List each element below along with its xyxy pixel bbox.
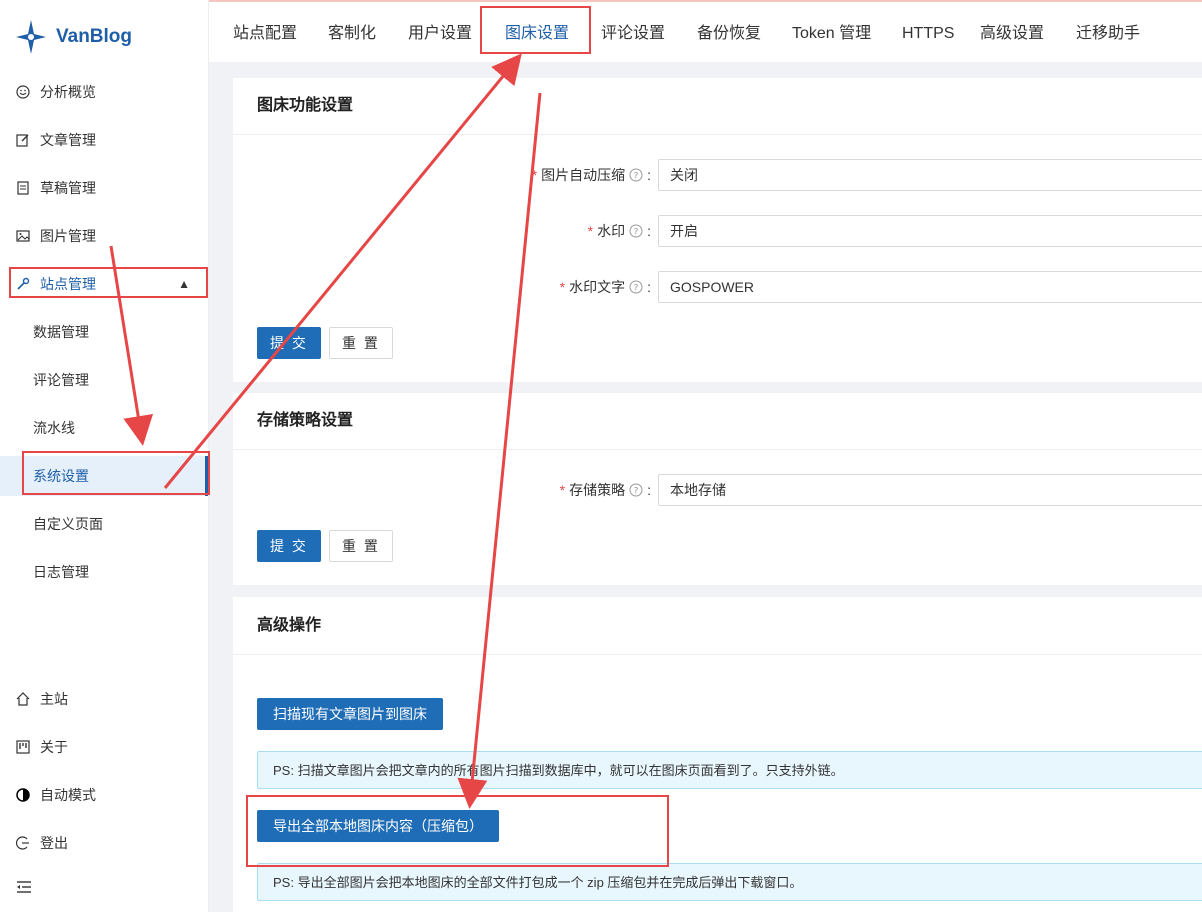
question-circle-icon[interactable]: ?	[629, 168, 643, 182]
form-row-watermark-text: * 水印文字 ? : GOSPOWER	[233, 271, 1202, 303]
sidebar-item-drafts[interactable]: 草稿管理	[0, 168, 208, 208]
question-circle-icon[interactable]: ?	[629, 483, 643, 497]
export-images-button[interactable]: 导出全部本地图床内容（压缩包）	[257, 810, 499, 842]
sidebar-item-home[interactable]: 主站	[0, 679, 208, 719]
sidebar-item-about[interactable]: 关于	[0, 727, 208, 767]
field-label: * 图片自动压缩 ? :	[532, 159, 651, 191]
project-icon	[16, 740, 30, 754]
required-mark: *	[587, 223, 594, 239]
tab-backup-restore[interactable]: 备份恢复	[697, 4, 761, 62]
app-logo[interactable]: VanBlog	[16, 20, 132, 54]
card-title: 存储策略设置	[233, 393, 1202, 450]
tab-comment-settings[interactable]: 评论设置	[601, 4, 665, 62]
storage-strategy-select[interactable]: 本地存储	[658, 474, 1202, 506]
sidebar-item-label: 分析概览	[40, 84, 96, 100]
required-mark: *	[559, 279, 566, 295]
sidebar-item-label: 登出	[40, 835, 68, 851]
tab-https[interactable]: HTTPS	[902, 4, 954, 62]
sidebar-item-label: 自动模式	[40, 787, 96, 803]
sidebar-item-label: 数据管理	[33, 324, 89, 340]
sidebar-subitem-logs[interactable]: 日志管理	[0, 552, 208, 592]
sidebar-item-label: 主站	[40, 691, 68, 707]
tab-advanced-settings[interactable]: 高级设置	[980, 4, 1044, 62]
sidebar-item-label: 流水线	[33, 420, 75, 436]
field-label: * 存储策略 ? :	[560, 474, 651, 506]
sidebar-item-articles[interactable]: 文章管理	[0, 120, 208, 160]
sidebar-item-images[interactable]: 图片管理	[0, 216, 208, 256]
sidebar: VanBlog 分析概览 文章管理 草稿管理 图片管理 站点管理 ▲ 数据管理 …	[0, 0, 209, 912]
svg-text:?: ?	[634, 172, 639, 182]
sidebar-item-analytics[interactable]: 分析概览	[0, 72, 208, 112]
tab-migration-assistant[interactable]: 迁移助手	[1076, 4, 1140, 62]
form-row-auto-compress: * 图片自动压缩 ? : 关闭	[233, 159, 1202, 191]
card-title: 图床功能设置	[233, 78, 1202, 135]
tab-image-hosting[interactable]: 图床设置	[505, 4, 569, 62]
sidebar-item-label: 日志管理	[33, 564, 89, 580]
vanblog-logo-icon	[16, 20, 46, 54]
collapse-sidebar-button[interactable]	[16, 880, 32, 899]
sidebar-item-logout[interactable]: 登出	[0, 823, 208, 863]
svg-text:?: ?	[634, 284, 639, 294]
form-row-watermark: * 水印 ? : 开启	[233, 215, 1202, 247]
field-label: * 水印文字 ? :	[560, 271, 651, 303]
storage-submit-button[interactable]: 提 交	[257, 530, 321, 562]
card-title: 高级操作	[233, 597, 1202, 655]
app-name: VanBlog	[56, 26, 133, 47]
sidebar-item-label: 文章管理	[40, 132, 96, 148]
sidebar-subitem-system-settings[interactable]: 系统设置	[0, 456, 208, 496]
export-info-alert: PS: 导出全部图片会把本地图床的全部文件打包成一个 zip 压缩包并在完成后弹…	[257, 863, 1202, 901]
scan-info-alert: PS: 扫描文章图片会把文章内的所有图片扫描到数据库中，就可以在图床页面看到了。…	[257, 751, 1202, 789]
tool-icon	[17, 277, 30, 290]
tab-token-management[interactable]: Token 管理	[792, 4, 871, 62]
question-circle-icon[interactable]: ?	[629, 280, 643, 294]
field-label: * 水印 ? :	[588, 215, 651, 247]
sidebar-subitem-comments[interactable]: 评论管理	[0, 360, 208, 400]
scan-images-button[interactable]: 扫描现有文章图片到图床	[257, 698, 443, 730]
watermark-text-input[interactable]: GOSPOWER	[658, 271, 1202, 303]
edit-icon	[16, 134, 29, 147]
container-icon	[17, 181, 29, 195]
tab-customization[interactable]: 客制化	[328, 4, 376, 62]
sidebar-subitem-custom-pages[interactable]: 自定义页面	[0, 504, 208, 544]
theme-icon	[16, 788, 30, 802]
picture-icon	[16, 230, 30, 242]
sidebar-item-label: 评论管理	[33, 372, 89, 388]
svg-text:?: ?	[634, 228, 639, 238]
sidebar-item-theme[interactable]: 自动模式	[0, 775, 208, 815]
sidebar-item-label: 关于	[40, 739, 68, 755]
form-row-storage-strategy: * 存储策略 ? : 本地存储	[233, 474, 1202, 506]
tab-user-settings[interactable]: 用户设置	[408, 4, 472, 62]
required-mark: *	[559, 482, 566, 498]
sidebar-item-label: 站点管理	[40, 276, 96, 292]
smile-icon	[16, 85, 30, 99]
sidebar-subitem-pipeline[interactable]: 流水线	[0, 408, 208, 448]
sidebar-item-label: 系统设置	[33, 468, 89, 484]
image-settings-card: 图床功能设置 * 图片自动压缩 ? : 关闭 * 水印 ? : 开启 * 水印文…	[233, 78, 1202, 382]
watermark-select[interactable]: 开启	[658, 215, 1202, 247]
logout-icon	[16, 836, 29, 850]
home-icon	[16, 692, 30, 706]
auto-compress-select[interactable]: 关闭	[658, 159, 1202, 191]
question-circle-icon[interactable]: ?	[629, 224, 643, 238]
svg-text:?: ?	[634, 487, 639, 497]
storage-settings-card: 存储策略设置 * 存储策略 ? : 本地存储 提 交 重 置	[233, 393, 1202, 585]
storage-reset-button[interactable]: 重 置	[329, 530, 393, 562]
sidebar-item-label: 自定义页面	[33, 516, 103, 532]
sidebar-item-label: 图片管理	[40, 228, 96, 244]
tab-site-config[interactable]: 站点配置	[233, 4, 297, 62]
required-mark: *	[531, 167, 538, 183]
image-settings-reset-button[interactable]: 重 置	[329, 327, 393, 359]
chevron-up-icon: ▲	[178, 277, 190, 291]
sidebar-item-site-management[interactable]: 站点管理 ▲	[0, 264, 208, 304]
sidebar-item-label: 草稿管理	[40, 180, 96, 196]
settings-tab-bar: 站点配置 客制化 用户设置 图床设置 评论设置 备份恢复 Token 管理 HT…	[209, 0, 1202, 62]
menu-fold-icon	[17, 881, 31, 893]
advanced-operations-card: 高级操作 扫描现有文章图片到图床 PS: 扫描文章图片会把文章内的所有图片扫描到…	[233, 597, 1202, 912]
image-settings-submit-button[interactable]: 提 交	[257, 327, 321, 359]
sidebar-subitem-data[interactable]: 数据管理	[0, 312, 208, 352]
